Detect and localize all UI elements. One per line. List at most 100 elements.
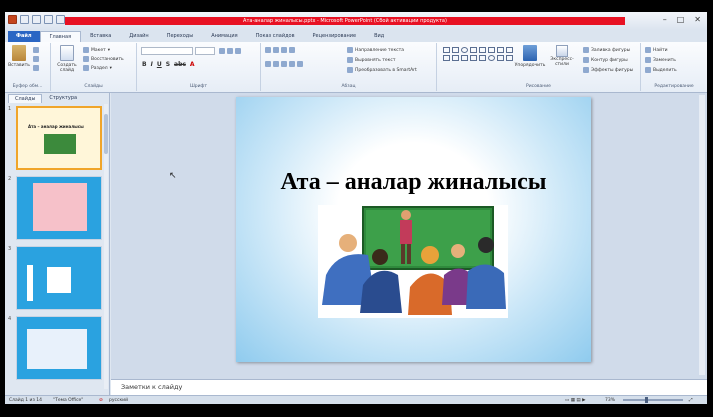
align-center-icon[interactable] [273,61,279,67]
align-text-icon [347,57,353,63]
decrease-indent-icon[interactable] [281,47,287,53]
zoom-slider-knob[interactable] [645,397,648,403]
shape-fill-button[interactable]: Заливка фигуры [583,47,630,53]
copy-button[interactable] [33,56,39,62]
tab-file[interactable]: Файл [8,31,40,42]
shape-oval-icon[interactable] [488,55,495,61]
grow-font-icon[interactable] [219,48,225,54]
shape-callout-icon[interactable] [479,55,486,61]
strikethrough-icon[interactable]: abc [174,61,186,68]
shape-outline-button[interactable]: Контур фигуры [583,57,628,63]
current-slide[interactable]: Ата – аналар жиналысы [236,97,591,362]
reset-button[interactable]: Восстановить [83,56,124,62]
quick-styles-button[interactable]: Экспресс-стили [547,45,577,67]
cut-button[interactable] [33,47,39,53]
select-button[interactable]: Выделить [645,67,677,73]
increase-indent-icon[interactable] [289,47,295,53]
language-indicator[interactable]: русский [109,397,128,404]
paste-button[interactable]: Вставить [8,45,30,68]
tab-animations[interactable]: Анимация [202,31,246,42]
shape-brace-icon[interactable] [443,55,450,61]
shadow-icon[interactable]: S [166,61,170,68]
normal-view-icon[interactable]: ▭ [565,398,569,403]
tab-slides[interactable]: Слайды [8,94,43,103]
tab-design[interactable]: Дизайн [120,31,157,42]
slide-thumbnail[interactable]: 1 Ата – аналар жиналысы [8,106,102,170]
bold-icon[interactable]: B [142,61,147,68]
tab-insert[interactable]: Вставка [81,31,120,42]
shape-star-icon[interactable] [506,55,513,61]
customize-toolbar-icon[interactable] [56,15,65,24]
smartart-button[interactable]: Преобразовать в SmartArt [347,67,417,73]
tab-transitions[interactable]: Переходы [158,31,203,42]
close-icon[interactable]: ✕ [694,15,701,24]
spellcheck-icon[interactable]: ⊘ [99,397,103,404]
shape-rectangle-icon[interactable] [470,55,477,61]
tab-view[interactable]: Вид [365,31,393,42]
bullets-icon[interactable] [265,47,271,53]
view-buttons: ▭ ▦ ▤ ▶ [565,397,586,404]
zoom-level[interactable]: 73% [605,397,615,404]
slide-title[interactable]: Ата – аналар жиналысы [236,169,591,196]
minimize-icon[interactable]: – [663,15,667,24]
section-button[interactable]: Раздел ▾ [83,65,112,71]
slide-thumbnail[interactable]: 2 [8,176,102,240]
tab-slideshow[interactable]: Показ слайдов [247,31,304,42]
align-left-icon[interactable] [265,61,271,67]
layout-button[interactable]: Макет ▾ [83,47,110,53]
tab-home[interactable]: Главная [39,31,82,42]
shape-arrow-icon[interactable] [488,47,495,53]
italic-icon[interactable]: I [151,61,153,68]
align-right-icon[interactable] [281,61,287,67]
slide-thumbnail[interactable]: 3 [8,246,102,310]
zoom-slider[interactable] [623,397,683,403]
panel-scrollbar[interactable] [104,104,108,389]
format-painter-button[interactable] [33,65,39,71]
shape-star-icon[interactable] [506,47,513,53]
slide-thumbnails: 1 Ата – аналар жиналысы 2 3 4 [5,104,105,395]
editor-scrollbar[interactable] [699,95,705,375]
numbering-icon[interactable] [273,47,279,53]
shape-rectangle-icon[interactable] [443,47,450,53]
shape-curve-icon[interactable] [461,55,468,61]
notes-pane[interactable]: Заметки к слайду [111,379,707,395]
shape-brace-icon[interactable] [452,55,459,61]
slideshow-icon[interactable]: ▶ [582,398,585,403]
shape-oval-icon[interactable] [461,47,468,53]
notes-placeholder[interactable]: Заметки к слайду [121,383,182,391]
clear-formatting-icon[interactable] [235,48,241,54]
thumbnail-picture [44,134,76,154]
shape-arrow-icon[interactable] [497,47,504,53]
arrange-button[interactable]: Упорядочить [515,45,545,68]
meeting-clipart[interactable] [318,205,508,318]
slide-thumbnail[interactable]: 4 [8,316,102,380]
redo-icon[interactable] [44,15,53,24]
columns-icon[interactable] [297,61,303,67]
save-icon[interactable] [20,15,29,24]
font-color-icon[interactable]: A [190,61,195,68]
scrollbar-thumb[interactable] [104,114,108,154]
slide-sorter-icon[interactable]: ▦ [571,398,575,403]
new-slide-button[interactable]: Создать слайд [54,45,80,73]
fit-to-window-icon[interactable]: ⤢ [689,397,693,404]
undo-icon[interactable] [32,15,41,24]
font-name-combo[interactable] [141,47,193,55]
maximize-icon[interactable]: □ [677,15,685,24]
shape-effects-button[interactable]: Эффекты фигуры [583,67,633,73]
shrink-font-icon[interactable] [227,48,233,54]
shapes-gallery[interactable] [443,47,513,61]
tab-review[interactable]: Рецензирование [304,31,366,42]
shape-rectangle-icon[interactable] [479,47,486,53]
shape-triangle-icon[interactable] [470,47,477,53]
reading-view-icon[interactable]: ▤ [576,398,580,403]
align-text-button[interactable]: Выровнять текст [347,57,395,63]
tab-outline[interactable]: Структура [43,94,83,103]
replace-button[interactable]: Заменить [645,57,676,63]
underline-icon[interactable]: U [157,61,162,68]
shape-heart-icon[interactable] [497,55,504,61]
shape-line-icon[interactable] [452,47,459,53]
find-button[interactable]: Найти [645,47,668,53]
font-size-combo[interactable] [195,47,215,55]
justify-icon[interactable] [289,61,295,67]
text-direction-button[interactable]: Направление текста [347,47,404,53]
